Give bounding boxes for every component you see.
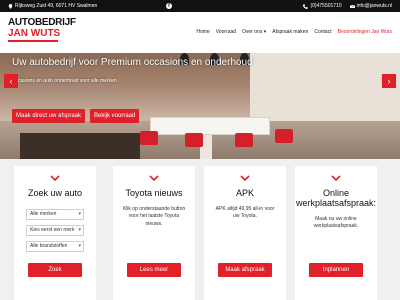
- hero-banner: Uw autobedrijf voor Premium occasions en…: [0, 53, 400, 159]
- hero-wall: [250, 53, 400, 123]
- chevron-down-icon: [50, 175, 60, 181]
- inventory-button[interactable]: Bekijk voorraad: [90, 109, 140, 123]
- card-apk-title: APK: [235, 188, 254, 198]
- card-apk: APK APK altijd 49,95 all-in voor uw Toyo…: [204, 166, 286, 300]
- search-button[interactable]: Zoek: [28, 263, 82, 277]
- card-toyota-title: Toyota nieuws: [125, 188, 183, 198]
- nav-beoordelingen[interactable]: Beoordelingen Jan Wuts: [338, 29, 392, 35]
- fuel-select[interactable]: Alle brandstoffen: [26, 240, 84, 252]
- email-text: info@janwuts.nl: [356, 3, 392, 9]
- hero-chair: [275, 129, 293, 143]
- email-icon: [349, 4, 355, 8]
- hero-chair: [140, 131, 158, 145]
- logo-underline: [8, 40, 58, 42]
- main-nav: Home Voorraad Over ons ▾ Afspraak maken …: [196, 29, 392, 35]
- nav-contact[interactable]: Contact: [314, 29, 331, 35]
- email-item[interactable]: info@janwuts.nl: [349, 3, 392, 9]
- slider-next-button[interactable]: ›: [382, 74, 396, 88]
- nav-home[interactable]: Home: [196, 29, 209, 35]
- site-header: AUTOBEDRIJF JAN WUTS Home Voorraad Over …: [0, 12, 400, 53]
- read-more-button[interactable]: Lees meer: [127, 263, 181, 277]
- card-online-text: Maak nu uw online werkplaatsafspraak.: [313, 215, 359, 230]
- address-text: Rijksweg Zuid 49, 6071 HV Swalmen: [15, 3, 98, 9]
- brand-select[interactable]: Alle merken: [26, 208, 84, 220]
- phone-icon: [303, 3, 309, 9]
- logo-line1: AUTOBEDRIJF: [8, 17, 76, 28]
- card-search-title: Zoek uw auto: [27, 188, 83, 198]
- hero-chair: [185, 133, 203, 147]
- card-apk-text: APK altijd 49,95 all-in voor uw Toyota.: [215, 205, 275, 220]
- hero-chair: [235, 133, 253, 147]
- phone-text: (0)475501710: [310, 3, 342, 9]
- feature-cards: Zoek uw auto Alle merken Kies eerst een …: [0, 159, 400, 300]
- slider-prev-button[interactable]: ‹: [4, 74, 18, 88]
- logo-line2: JAN WUTS: [8, 28, 61, 39]
- nav-over-ons[interactable]: Over ons ▾: [242, 29, 266, 35]
- card-search: Zoek uw auto Alle merken Kies eerst een …: [14, 166, 96, 300]
- card-toyota-text: Klik op onderstaande button voor het laa…: [122, 205, 186, 227]
- facebook-icon[interactable]: f: [166, 3, 172, 9]
- appointment-button[interactable]: Maak direct uw afspraak: [12, 109, 86, 123]
- schedule-button[interactable]: Inplannen: [309, 263, 363, 277]
- logo[interactable]: AUTOBEDRIJF JAN WUTS: [8, 18, 76, 42]
- hero-counter: [20, 133, 140, 159]
- hero-title: Uw autobedrijf voor Premium occasions en…: [12, 57, 253, 68]
- hero-subtitle: casions en auto onderhoud voor alle merk…: [18, 78, 117, 84]
- address-item: Rijksweg Zuid 49, 6071 HV Swalmen: [8, 3, 97, 9]
- card-online-title: Online werkplaatsafspraak:: [295, 188, 377, 208]
- card-toyota: Toyota nieuws Klik op onderstaande butto…: [113, 166, 195, 300]
- nav-voorraad[interactable]: Voorraad: [216, 29, 236, 35]
- card-online: Online werkplaatsafspraak: Maak nu uw on…: [295, 166, 377, 300]
- model-select[interactable]: Kies eerst een merk: [26, 224, 84, 236]
- chevron-down-icon: [240, 175, 250, 181]
- chevron-down-icon: [331, 175, 341, 181]
- chevron-down-icon: [149, 175, 159, 181]
- top-bar: Rijksweg Zuid 49, 6071 HV Swalmen f (0)4…: [0, 0, 400, 12]
- map-pin-icon: [8, 3, 13, 9]
- nav-afspraak-maken[interactable]: Afspraak maken: [272, 29, 308, 35]
- phone-item[interactable]: (0)475501710: [303, 3, 342, 9]
- apk-appointment-button[interactable]: Maak afspraak: [218, 263, 272, 277]
